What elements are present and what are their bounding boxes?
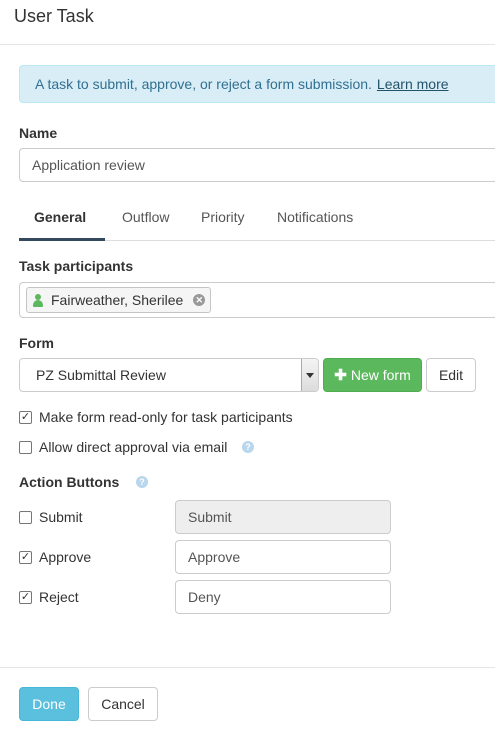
approve-text-input[interactable]: Approve	[175, 540, 391, 574]
name-input-value: Application review	[32, 157, 145, 173]
participants-label: Task participants	[19, 258, 134, 274]
submit-checkbox[interactable]	[19, 511, 32, 524]
approve-input-value: Approve	[188, 549, 241, 565]
approve-checkbox[interactable]: ✓	[19, 551, 32, 564]
caret-down-icon[interactable]	[301, 359, 318, 391]
reject-checkbox[interactable]: ✓	[19, 591, 32, 604]
form-label: Form	[19, 335, 54, 351]
tab-bar: General Outflow Priority Notifications	[19, 200, 495, 241]
user-icon	[33, 293, 43, 307]
tab-notifications[interactable]: Notifications	[277, 200, 353, 241]
tab-general[interactable]: General	[19, 200, 105, 241]
submit-text-input: Submit	[175, 500, 391, 534]
edit-button[interactable]: Edit	[426, 358, 476, 392]
new-form-label: New form	[350, 367, 411, 383]
cancel-button[interactable]: Cancel	[88, 687, 158, 721]
submit-input-value: Submit	[188, 509, 232, 525]
info-alert: A task to submit, approve, or reject a f…	[19, 65, 495, 103]
name-label: Name	[19, 125, 58, 141]
help-icon[interactable]: ?	[242, 441, 254, 453]
plus-icon: ✚	[334, 367, 347, 384]
participants-input[interactable]: Fairweather, Sherilee ✕	[19, 282, 495, 318]
reject-input-value: Deny	[188, 589, 221, 605]
name-input[interactable]: Application review	[19, 148, 495, 182]
dialog-header: User Task	[0, 0, 495, 45]
help-icon[interactable]: ?	[136, 476, 148, 488]
direct-approval-label: Allow direct approval via email	[39, 439, 228, 455]
tab-outflow[interactable]: Outflow	[122, 200, 169, 241]
approve-label: Approve	[39, 549, 92, 565]
remove-icon[interactable]: ✕	[193, 294, 206, 306]
read-only-checkbox[interactable]: ✓	[19, 411, 32, 424]
form-select[interactable]: PZ Submittal Review	[19, 358, 319, 392]
dialog-title: User Task	[14, 6, 94, 26]
participant-chip: Fairweather, Sherilee ✕	[26, 287, 212, 313]
tab-priority[interactable]: Priority	[201, 200, 245, 241]
learn-more-link[interactable]: Learn more	[377, 76, 449, 92]
submit-label: Submit	[39, 509, 83, 525]
direct-approval-checkbox[interactable]	[19, 441, 32, 454]
read-only-label: Make form read-only for task participant…	[39, 409, 293, 425]
new-form-button[interactable]: ✚ New form	[323, 358, 422, 392]
form-select-value: PZ Submittal Review	[36, 367, 166, 383]
reject-label: Reject	[39, 589, 79, 605]
footer-divider	[0, 667, 495, 668]
participant-name: Fairweather, Sherilee	[51, 292, 184, 308]
action-buttons-label: Action Buttons	[19, 474, 120, 490]
info-text: A task to submit, approve, or reject a f…	[35, 76, 372, 92]
done-button[interactable]: Done	[19, 687, 79, 721]
reject-text-input[interactable]: Deny	[175, 580, 391, 614]
